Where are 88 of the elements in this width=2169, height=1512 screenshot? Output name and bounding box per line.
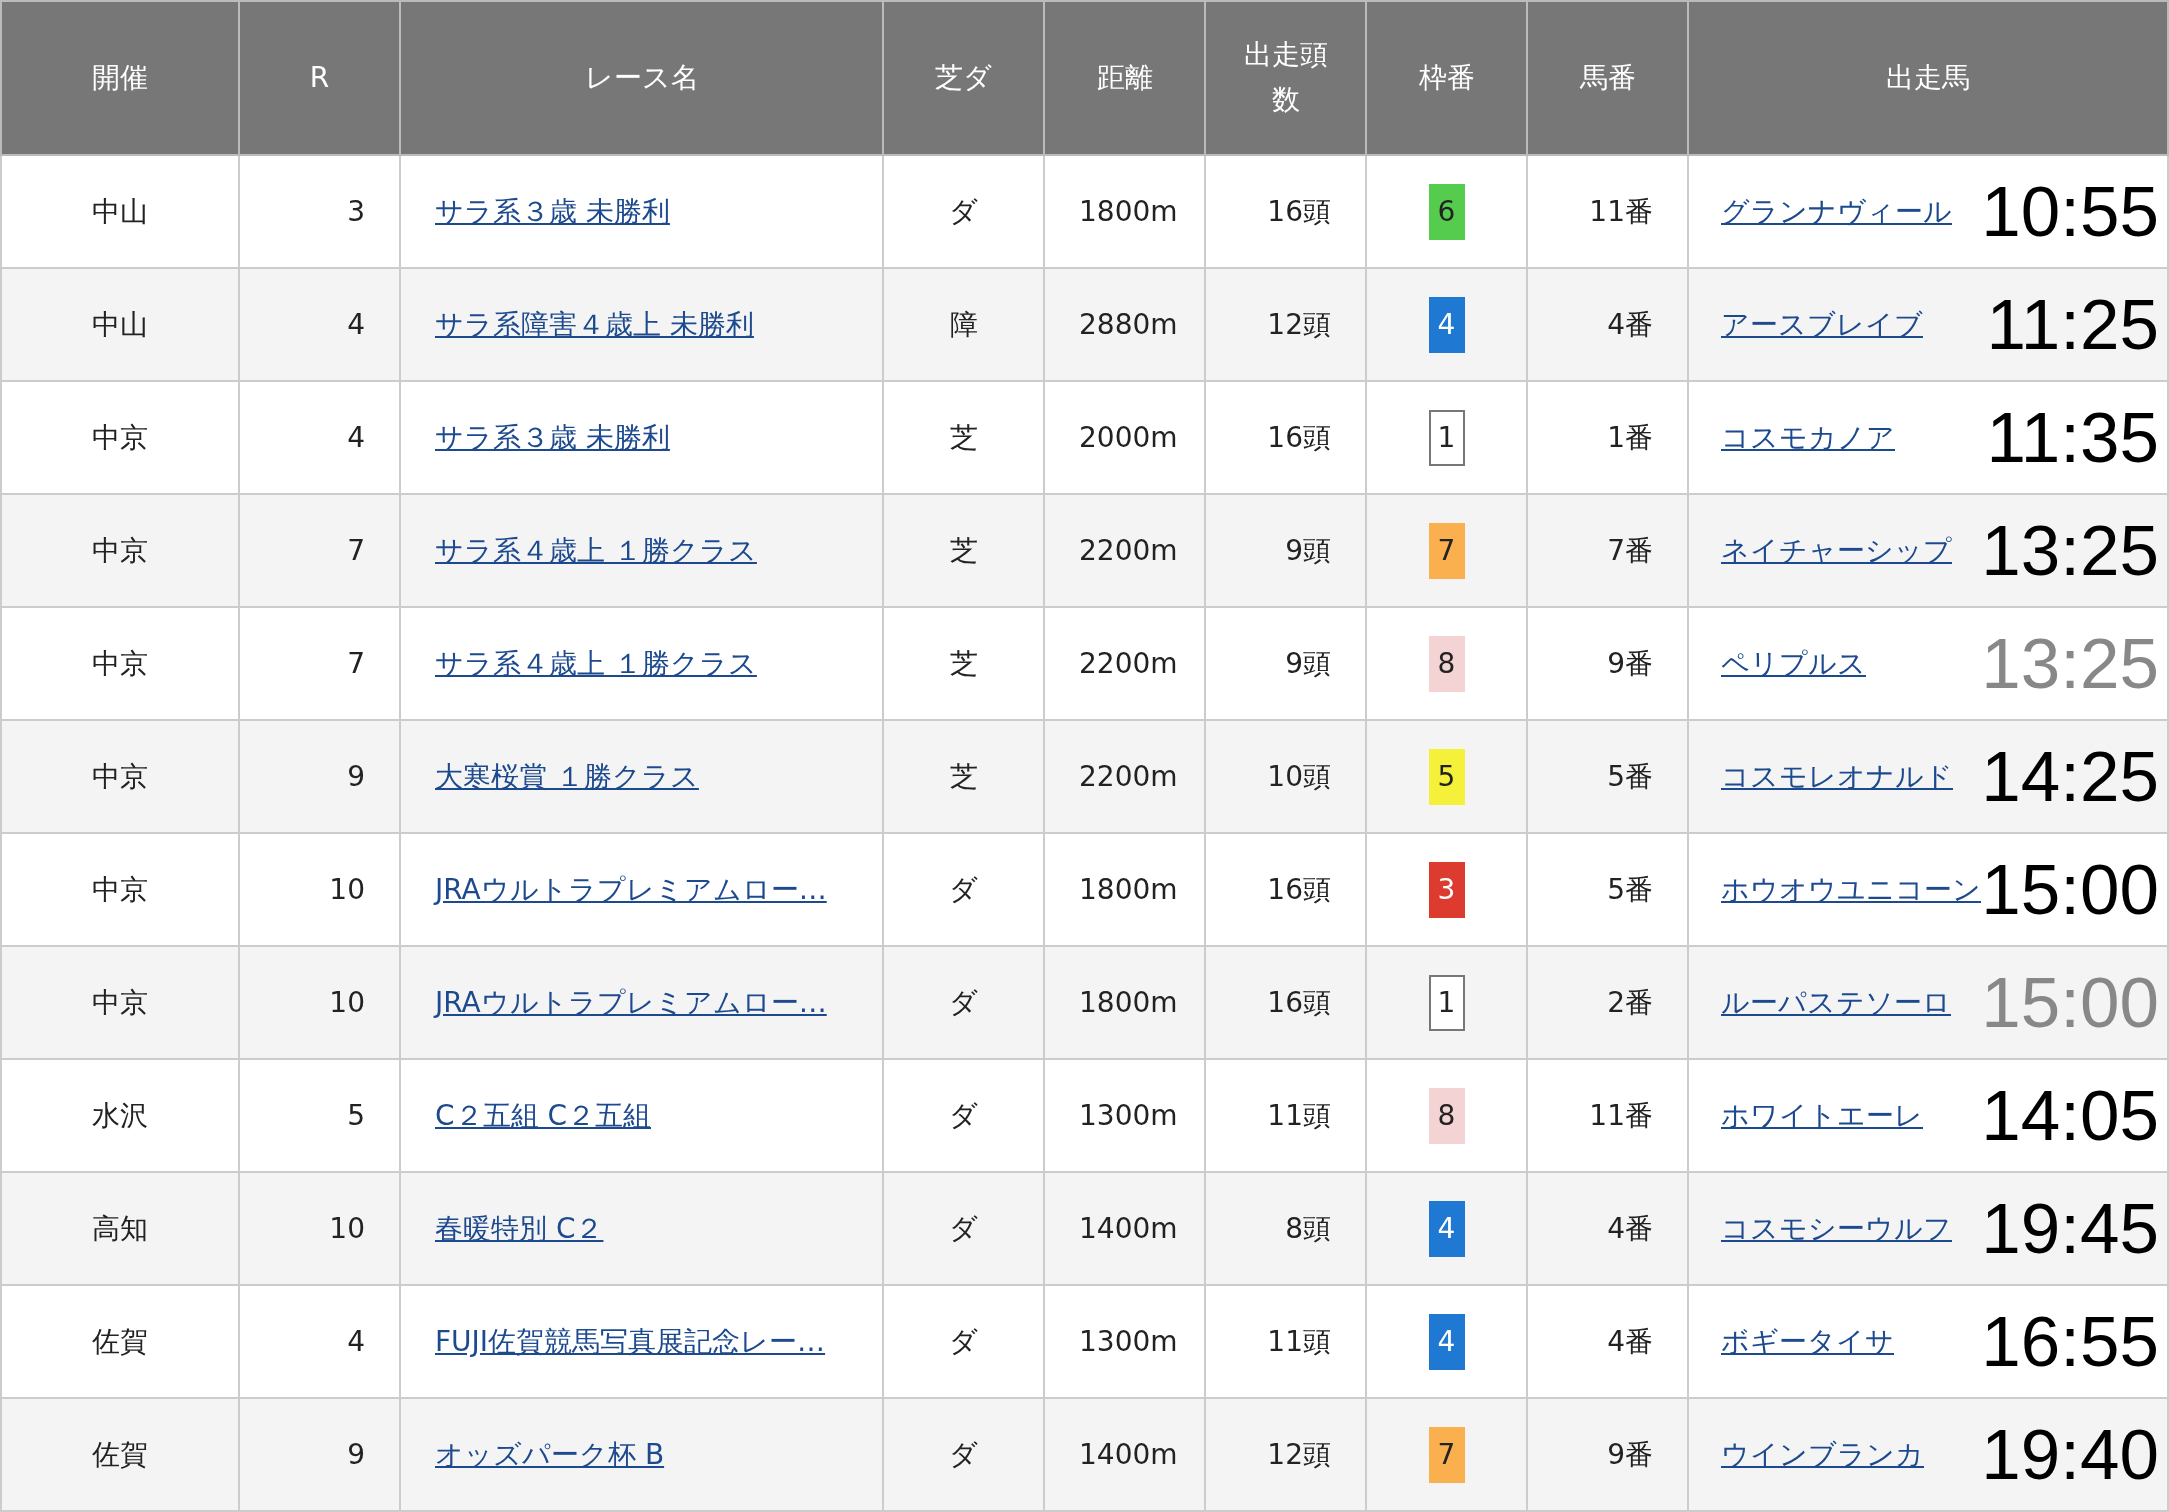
horse-name-link[interactable]: ホウオウユニコーン	[1721, 870, 1981, 909]
frame-number-badge: 8	[1428, 1087, 1465, 1144]
column-header: 出走頭数	[1205, 1, 1366, 155]
post-time: 19:40	[1981, 1419, 2159, 1490]
surface-cell: 障	[883, 268, 1044, 381]
race-name-link[interactable]: サラ系３歳 未勝利	[435, 420, 670, 454]
horse-number-cell: 2番	[1527, 946, 1688, 1059]
horse-name-link[interactable]: ネイチャーシップ	[1721, 531, 1952, 570]
distance-cell: 2200m	[1044, 720, 1205, 833]
distance-cell: 2880m	[1044, 268, 1205, 381]
race-name-link[interactable]: サラ系３歳 未勝利	[435, 194, 670, 228]
frame-number-badge: 4	[1428, 1313, 1465, 1370]
frame-number-badge: 8	[1428, 635, 1465, 692]
post-time: 11:35	[1986, 402, 2159, 473]
frame-number-badge: 6	[1428, 183, 1465, 240]
surface-cell: 芝	[883, 494, 1044, 607]
surface-cell: ダ	[883, 1172, 1044, 1285]
horse-name-link[interactable]: ボギータイサ	[1721, 1322, 1894, 1361]
post-time: 11:25	[1986, 289, 2159, 360]
post-time: 19:45	[1981, 1193, 2159, 1264]
frame-number-badge: 1	[1428, 974, 1465, 1031]
horse-number-cell: 5番	[1527, 720, 1688, 833]
post-time: 15:00	[1981, 967, 2159, 1038]
horse-number-cell: 4番	[1527, 268, 1688, 381]
distance-cell: 1400m	[1044, 1172, 1205, 1285]
runners-cell: 12頭	[1205, 1398, 1366, 1511]
race-name-link[interactable]: 春暖特別 C２	[435, 1211, 604, 1245]
frame-number-badge: 4	[1428, 296, 1465, 353]
race-number-cell: 9	[239, 720, 400, 833]
column-header: 出走馬	[1688, 1, 2168, 155]
race-name-link[interactable]: オッズパーク杯 B	[435, 1437, 665, 1471]
surface-cell: ダ	[883, 946, 1044, 1059]
horse-name-link[interactable]: コスモシーウルフ	[1721, 1209, 1952, 1248]
column-header: 距離	[1044, 1, 1205, 155]
venue-cell: 中京	[1, 494, 239, 607]
venue-cell: 中山	[1, 268, 239, 381]
post-time: 16:55	[1981, 1306, 2159, 1377]
race-number-cell: 10	[239, 946, 400, 1059]
race-name-link[interactable]: 大寒桜賞 １勝クラス	[435, 759, 699, 793]
column-header: 馬番	[1527, 1, 1688, 155]
frame-number-badge: 4	[1428, 1200, 1465, 1257]
horse-name-link[interactable]: コスモレオナルド	[1721, 757, 1953, 796]
runners-cell: 8頭	[1205, 1172, 1366, 1285]
venue-cell: 中京	[1, 946, 239, 1059]
race-name-link[interactable]: C２五組 C２五組	[435, 1098, 651, 1132]
horse-number-cell: 7番	[1527, 494, 1688, 607]
race-number-cell: 4	[239, 268, 400, 381]
venue-cell: 高知	[1, 1172, 239, 1285]
column-header: 芝ダ	[883, 1, 1044, 155]
post-time: 10:55	[1981, 176, 2159, 247]
frame-number-badge: 3	[1428, 861, 1465, 918]
distance-cell: 1400m	[1044, 1398, 1205, 1511]
post-time: 13:25	[1981, 515, 2159, 586]
runners-cell: 16頭	[1205, 946, 1366, 1059]
distance-cell: 1800m	[1044, 946, 1205, 1059]
column-header: R	[239, 1, 400, 155]
horse-name-link[interactable]: コスモカノア	[1721, 418, 1895, 457]
horse-name-link[interactable]: ペリプルス	[1721, 644, 1866, 683]
venue-cell: 佐賀	[1, 1398, 239, 1511]
race-number-cell: 9	[239, 1398, 400, 1511]
runners-cell: 10頭	[1205, 720, 1366, 833]
horse-name-link[interactable]: アースブレイブ	[1721, 305, 1923, 344]
race-number-cell: 7	[239, 494, 400, 607]
post-time: 14:25	[1981, 741, 2159, 812]
venue-cell: 中京	[1, 720, 239, 833]
surface-cell: 芝	[883, 720, 1044, 833]
horse-number-cell: 4番	[1527, 1172, 1688, 1285]
runners-cell: 9頭	[1205, 494, 1366, 607]
horse-name-link[interactable]: ウインブランカ	[1721, 1435, 1924, 1474]
frame-number-badge: 7	[1428, 522, 1465, 579]
distance-cell: 2200m	[1044, 494, 1205, 607]
column-header: レース名	[400, 1, 883, 155]
horse-name-link[interactable]: グランナヴィール	[1721, 192, 1952, 231]
surface-cell: ダ	[883, 1398, 1044, 1511]
column-header: 枠番	[1366, 1, 1527, 155]
race-number-cell: 10	[239, 1172, 400, 1285]
frame-number-badge: 1	[1428, 409, 1465, 466]
post-time: 15:00	[1981, 854, 2159, 925]
post-time: 13:25	[1981, 628, 2159, 699]
post-time: 14:05	[1981, 1080, 2159, 1151]
runners-cell: 12頭	[1205, 268, 1366, 381]
race-name-link[interactable]: サラ系障害４歳上 未勝利	[435, 307, 754, 341]
horse-name-link[interactable]: ホワイトエーレ	[1721, 1096, 1923, 1135]
frame-number-badge: 5	[1428, 748, 1465, 805]
column-header: 開催	[1, 1, 239, 155]
horse-number-cell: 9番	[1527, 1398, 1688, 1511]
horse-name-link[interactable]: ルーパステソーロ	[1721, 983, 1951, 1022]
frame-number-badge: 7	[1428, 1426, 1465, 1483]
